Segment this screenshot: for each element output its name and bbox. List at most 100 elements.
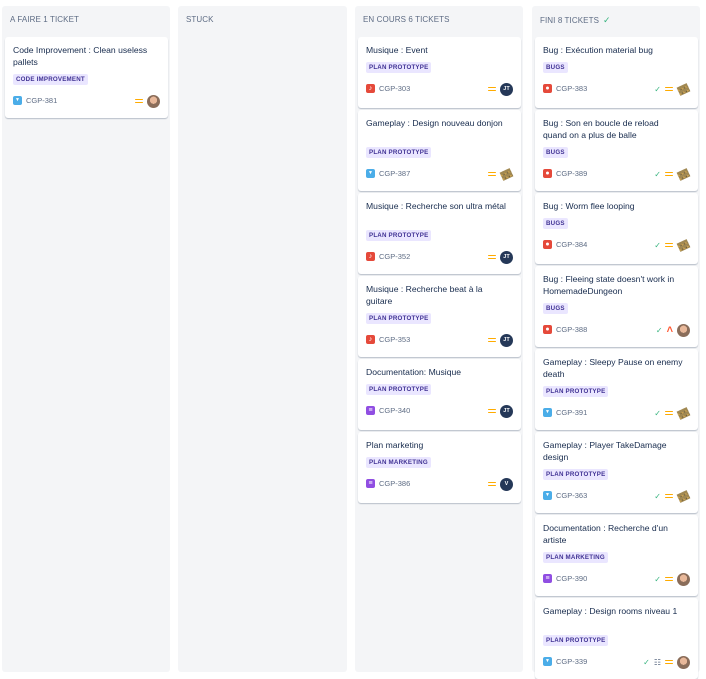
assignee-avatar[interactable]: JT [500, 82, 513, 96]
assignee-avatar[interactable]: JT [500, 250, 513, 264]
issue-key[interactable]: CGP-303 [379, 84, 410, 93]
assignee-avatar[interactable] [677, 572, 690, 586]
epic-label[interactable]: BUGS [543, 303, 568, 314]
issue-key[interactable]: CGP-383 [556, 84, 587, 93]
issue-key[interactable]: CGP-390 [556, 574, 587, 583]
epic-label[interactable]: BUGS [543, 147, 568, 158]
issue-summary[interactable]: Musique : Recherche beat à la guitare [366, 283, 506, 307]
issue-summary[interactable]: Bug : Son en boucle de reload quand on a… [543, 117, 683, 141]
issue-card[interactable]: Gameplay : Design rooms niveau 1 PLAN PRO… [535, 598, 698, 679]
issue-key[interactable]: CGP-352 [379, 252, 410, 261]
issue-summary[interactable]: Documentation: Musique [366, 366, 506, 378]
issue-key[interactable]: CGP-391 [556, 408, 587, 417]
issue-summary[interactable]: Musique : Recherche son ultra métal [366, 200, 506, 212]
epic-label[interactable]: PLAN PROTOTYPE [366, 147, 432, 158]
card-footer: ♪ CGP-353 JT [366, 333, 513, 347]
issue-card[interactable]: Bug : Son en boucle de reload quand on a… [535, 110, 698, 191]
assignee-avatar[interactable] [677, 238, 690, 252]
assignee-avatar[interactable]: V [500, 477, 513, 491]
story-icon: ▼ [543, 491, 552, 500]
issue-summary[interactable]: Gameplay : Player TakeDamage design [543, 439, 683, 463]
issue-card[interactable]: Gameplay : Player TakeDamage design PLAN … [535, 432, 698, 513]
document-icon: ≡ [543, 574, 552, 583]
issue-key[interactable]: CGP-363 [556, 491, 587, 500]
done-check-icon: ✓ [654, 408, 661, 418]
epic-label[interactable]: BUGS [543, 62, 568, 73]
story-icon: ▼ [366, 169, 375, 178]
subtasks-icon: ☷ [653, 657, 661, 667]
issue-key[interactable]: CGP-339 [556, 657, 587, 666]
column-header: A FAIRE 1 TICKET [2, 6, 170, 34]
epic-label[interactable]: PLAN PROTOTYPE [366, 62, 432, 73]
card-footer: ▼ CGP-381 [13, 94, 160, 108]
issue-card[interactable]: Musique : Event PLAN PROTOTYPE ♪ CGP-303 JT [358, 37, 521, 108]
issue-key[interactable]: CGP-384 [556, 240, 587, 249]
card-meta: ✓ ˄ [656, 323, 690, 337]
issue-key[interactable]: CGP-388 [556, 325, 587, 334]
issue-card[interactable]: Documentation: Musique PLAN PROTOTYPE ≡ CGP… [358, 359, 521, 430]
issue-key[interactable]: CGP-389 [556, 169, 587, 178]
assignee-avatar[interactable] [677, 489, 690, 503]
card-footer: ♪ CGP-303 JT [366, 82, 513, 96]
issue-key[interactable]: CGP-386 [379, 479, 410, 488]
issue-card[interactable]: Bug : Exécution material bug BUGS ● CGP-383… [535, 37, 698, 108]
story-icon: ▼ [543, 408, 552, 417]
column-header: STUCK [178, 6, 347, 34]
assignee-avatar[interactable]: JT [500, 404, 513, 418]
epic-label[interactable]: PLAN MARKETING [366, 457, 431, 468]
assignee-avatar[interactable] [500, 167, 513, 181]
card-meta: JT [488, 404, 513, 418]
issue-card[interactable]: Code Improvement : Clean useless pallets… [5, 37, 168, 118]
assignee-avatar[interactable]: JT [500, 333, 513, 347]
issue-summary[interactable]: Bug : Fleeing state doesn't work in Home… [543, 273, 683, 297]
assignee-avatar[interactable] [677, 167, 690, 181]
issue-summary[interactable]: Gameplay : Sleepy Pause on enemy death [543, 356, 683, 380]
music-task-icon: ♪ [366, 84, 375, 93]
issue-key[interactable]: CGP-387 [379, 169, 410, 178]
issue-summary[interactable]: Bug : Exécution material bug [543, 44, 683, 56]
issue-key[interactable]: CGP-353 [379, 335, 410, 344]
issue-summary[interactable]: Gameplay : Design rooms niveau 1 [543, 605, 683, 617]
bug-icon: ● [543, 325, 552, 334]
column-header: EN COURS 6 TICKETS [355, 6, 523, 34]
assignee-avatar[interactable] [677, 655, 690, 669]
card-footer: ≡ CGP-386 V [366, 477, 513, 491]
issue-summary[interactable]: Gameplay : Design nouveau donjon [366, 117, 506, 129]
issue-card[interactable]: Gameplay : Sleepy Pause on enemy death PL… [535, 349, 698, 430]
card-footer: ● CGP-383 ✓ [543, 82, 690, 96]
epic-label[interactable]: PLAN PROTOTYPE [366, 313, 432, 324]
issue-card[interactable]: Gameplay : Design nouveau donjon PLAN PRO… [358, 110, 521, 191]
card-meta: V [488, 477, 513, 491]
issue-card[interactable]: Bug : Worm flee looping BUGS ● CGP-384 ✓ [535, 193, 698, 264]
epic-label[interactable]: PLAN PROTOTYPE [366, 384, 432, 395]
issue-summary[interactable]: Plan marketing [366, 439, 506, 451]
issue-key[interactable]: CGP-340 [379, 406, 410, 415]
assignee-avatar[interactable] [147, 94, 160, 108]
bug-icon: ● [543, 169, 552, 178]
issue-card[interactable]: Documentation : Recherche d'un artiste PL… [535, 515, 698, 596]
issue-summary[interactable]: Bug : Worm flee looping [543, 200, 683, 212]
epic-label[interactable]: PLAN PROTOTYPE [366, 230, 432, 241]
epic-label[interactable]: PLAN PROTOTYPE [543, 635, 609, 646]
assignee-avatar[interactable] [677, 323, 690, 337]
card-meta: ✓ [654, 167, 690, 181]
issue-card[interactable]: Musique : Recherche beat à la guitare PLA… [358, 276, 521, 357]
epic-label[interactable]: PLAN PROTOTYPE [543, 386, 609, 397]
issue-card[interactable]: Musique : Recherche son ultra métal PLAN … [358, 193, 521, 274]
issue-card[interactable]: Bug : Fleeing state doesn't work in Home… [535, 266, 698, 347]
card-footer: ▼ CGP-391 ✓ [543, 406, 690, 420]
board-column: FINI 8 TICKETS ✓ Bug : Exécution material … [532, 6, 700, 679]
epic-label[interactable]: CODE IMPROVEMENT [13, 74, 88, 85]
column-header: FINI 8 TICKETS ✓ [532, 6, 700, 34]
epic-label[interactable]: BUGS [543, 218, 568, 229]
assignee-avatar[interactable] [677, 406, 690, 420]
issue-summary[interactable]: Documentation : Recherche d'un artiste [543, 522, 683, 546]
epic-label[interactable]: PLAN MARKETING [543, 552, 608, 563]
epic-label[interactable]: PLAN PROTOTYPE [543, 469, 609, 480]
issue-card[interactable]: Plan marketing PLAN MARKETING ≡ CGP-386 V [358, 432, 521, 503]
priority-medium-icon [665, 86, 673, 92]
issue-key[interactable]: CGP-381 [26, 96, 57, 105]
assignee-avatar[interactable] [677, 82, 690, 96]
issue-summary[interactable]: Code Improvement : Clean useless pallets [13, 44, 153, 68]
issue-summary[interactable]: Musique : Event [366, 44, 506, 56]
